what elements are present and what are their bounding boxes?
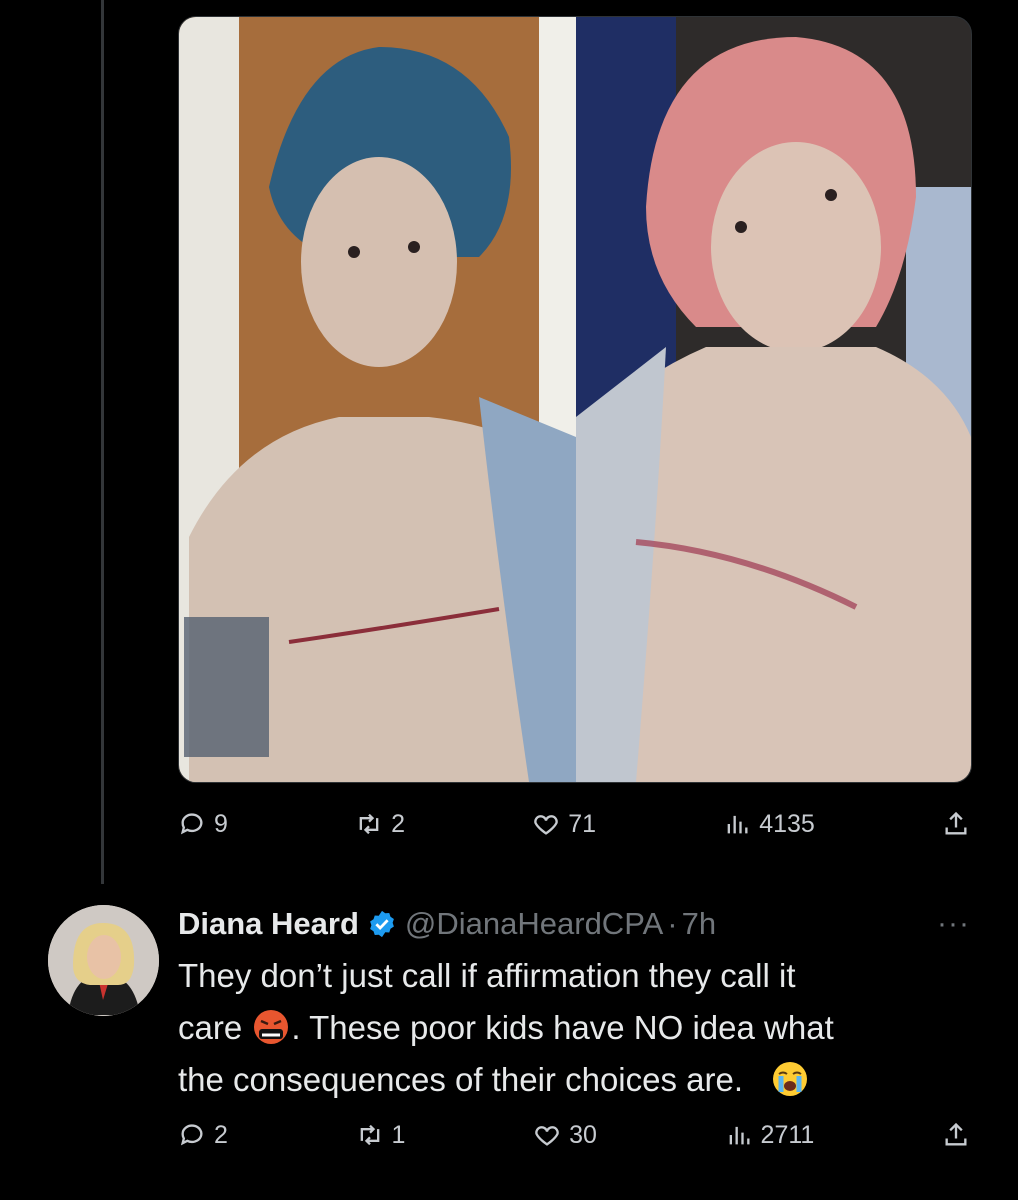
reply-button[interactable]: 2 [178, 1121, 228, 1150]
tweet-timestamp[interactable]: 7h [682, 906, 716, 942]
retweet-count: 1 [391, 1120, 406, 1149]
crying-face-emoji [773, 1062, 808, 1096]
share-button[interactable] [942, 1121, 970, 1149]
author-name[interactable]: Diana Heard [178, 906, 359, 942]
media-photo-left[interactable] [179, 17, 576, 782]
angry-cursing-face-emoji [254, 1010, 289, 1044]
retweet-button[interactable]: 1 [356, 1120, 406, 1150]
like-count: 71 [568, 809, 596, 838]
like-count: 30 [569, 1120, 597, 1149]
thread-connector-line [101, 0, 104, 884]
views-count: 2711 [760, 1120, 815, 1149]
tweet-media[interactable] [178, 16, 972, 783]
views-button[interactable]: 2711 [725, 1120, 815, 1150]
heart-icon [534, 815, 558, 835]
views-chart-icon [727, 815, 748, 834]
share-button[interactable] [942, 810, 970, 838]
verified-badge-icon [370, 910, 394, 938]
author-avatar[interactable] [48, 905, 159, 1016]
share-icon [945, 1122, 967, 1146]
retweet-button[interactable]: 2 [355, 810, 405, 839]
reply-count: 9 [214, 809, 228, 838]
views-chart-icon [729, 1126, 750, 1145]
retweet-icon [359, 813, 379, 835]
retweet-count: 2 [391, 809, 405, 838]
header-separator: · [667, 906, 678, 941]
heart-icon [535, 1126, 559, 1146]
tweet-text-line-2-rest: . These poor kids have NO idea what [291, 1009, 834, 1046]
like-button[interactable]: 30 [533, 1121, 597, 1150]
reply-tweet-header: Diana Heard @DianaHeardCPA · 7h ··· [178, 901, 970, 947]
views-button[interactable]: 4135 [723, 810, 815, 839]
more-options-button[interactable]: ··· [937, 907, 970, 941]
tweet-text-line-2: care . These poor kids have NO idea what [178, 1002, 948, 1054]
tweet-body: They don’t just call if affirmation they… [178, 950, 948, 1106]
tweet-text-care: care [178, 1009, 243, 1046]
media-photo-right[interactable] [576, 17, 971, 782]
author-handle[interactable]: @DianaHeardCPA [405, 906, 663, 942]
tweet-text-line-1: They don’t just call if affirmation they… [178, 957, 796, 994]
tweet-text-line-3: the consequences of their choices are. [178, 1054, 948, 1106]
tweet-text-line-3-text: the consequences of their choices are. [178, 1061, 744, 1098]
reply-button[interactable]: 9 [178, 810, 228, 839]
share-icon [945, 811, 967, 835]
reply-icon [180, 1124, 203, 1146]
top-tweet-actions: 9 2 71 4135 [178, 804, 970, 844]
views-count: 4135 [759, 809, 815, 838]
retweet-icon [360, 1124, 379, 1146]
like-button[interactable]: 71 [532, 810, 596, 839]
reply-icon [180, 813, 203, 835]
reply-tweet-actions: 2 1 30 2711 [178, 1115, 970, 1155]
reply-count: 2 [214, 1120, 228, 1149]
